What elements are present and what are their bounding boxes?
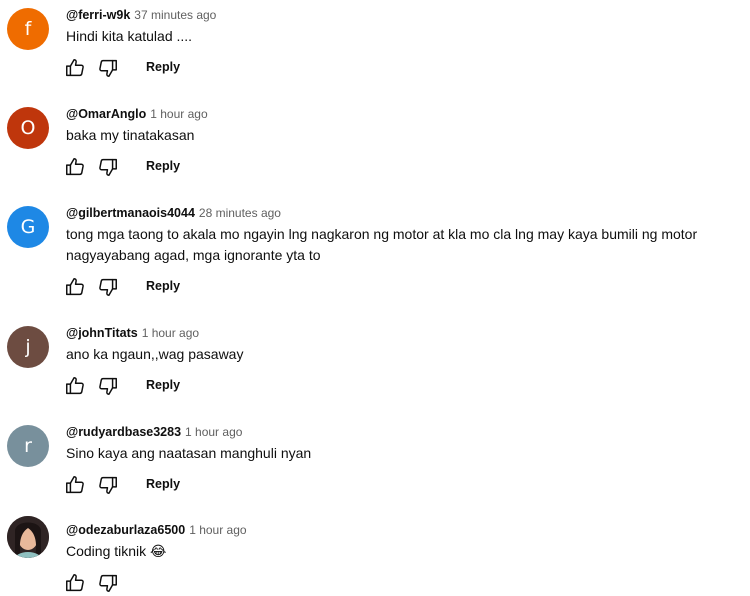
dislike-icon[interactable] xyxy=(97,572,119,594)
comment-author[interactable]: @ferri-w9k xyxy=(66,8,130,22)
reply-button[interactable]: Reply xyxy=(146,159,180,173)
dislike-icon[interactable] xyxy=(97,156,119,178)
comment-header: @johnTitats 1 hour ago xyxy=(66,324,199,342)
comment-author[interactable]: @johnTitats xyxy=(66,326,138,340)
comment-header: @OmarAnglo 1 hour ago xyxy=(66,105,208,123)
like-icon[interactable] xyxy=(64,474,86,496)
avatar[interactable]: r xyxy=(7,425,49,467)
reply-button[interactable]: Reply xyxy=(146,378,180,392)
like-icon[interactable] xyxy=(64,375,86,397)
comment-text: baka my tinatakasan xyxy=(66,127,195,143)
comment-time[interactable]: 1 hour ago xyxy=(189,523,246,537)
avatar-letter: f xyxy=(24,18,32,40)
comment-time[interactable]: 1 hour ago xyxy=(185,425,242,439)
comment-time[interactable]: 28 minutes ago xyxy=(199,206,281,220)
dislike-icon[interactable] xyxy=(97,276,119,298)
avatar[interactable]: f xyxy=(7,8,49,50)
dislike-icon[interactable] xyxy=(97,375,119,397)
like-icon[interactable] xyxy=(64,572,86,594)
comment-header: @gilbertmanaois4044 28 minutes ago xyxy=(66,204,281,222)
avatar-letter: G xyxy=(20,216,36,238)
comment-author[interactable]: @OmarAnglo xyxy=(66,107,146,121)
comment-header: @ferri-w9k 37 minutes ago xyxy=(66,6,216,24)
comment-time[interactable]: 37 minutes ago xyxy=(134,8,216,22)
avatar[interactable]: G xyxy=(7,206,49,248)
reply-button[interactable]: Reply xyxy=(146,279,180,293)
comment-text: Coding tiknik 😂 xyxy=(66,543,167,559)
like-icon[interactable] xyxy=(64,156,86,178)
comment-text: tong mga taong to akala mo ngayin lng na… xyxy=(66,226,698,263)
comment-text: ano ka ngaun,,wag pasaway xyxy=(66,346,244,362)
avatar[interactable]: j xyxy=(7,326,49,368)
comment-author[interactable]: @odezaburlaza6500 xyxy=(66,523,185,537)
comment-author[interactable]: @rudyardbase3283 xyxy=(66,425,181,439)
dislike-icon[interactable] xyxy=(97,57,119,79)
avatar[interactable]: O xyxy=(7,107,49,149)
comment-time[interactable]: 1 hour ago xyxy=(150,107,207,121)
dislike-icon[interactable] xyxy=(97,474,119,496)
avatar-letter: r xyxy=(24,435,32,457)
like-icon[interactable] xyxy=(64,276,86,298)
comment-author[interactable]: @gilbertmanaois4044 xyxy=(66,206,195,220)
comment-text: Hindi kita katulad .... xyxy=(66,28,193,44)
reply-button[interactable]: Reply xyxy=(146,477,180,491)
comment-time[interactable]: 1 hour ago xyxy=(142,326,199,340)
avatar-letter: j xyxy=(25,336,31,358)
comment-text: Sino kaya ang naatasan manghuli nyan xyxy=(66,445,312,461)
comment-header: @rudyardbase3283 1 hour ago xyxy=(66,423,242,441)
avatar-image xyxy=(7,516,49,558)
avatar-letter: O xyxy=(20,117,36,139)
avatar-photo[interactable] xyxy=(7,516,49,558)
comment-header: @odezaburlaza6500 1 hour ago xyxy=(66,521,247,539)
reply-button[interactable]: Reply xyxy=(146,60,180,74)
like-icon[interactable] xyxy=(64,57,86,79)
